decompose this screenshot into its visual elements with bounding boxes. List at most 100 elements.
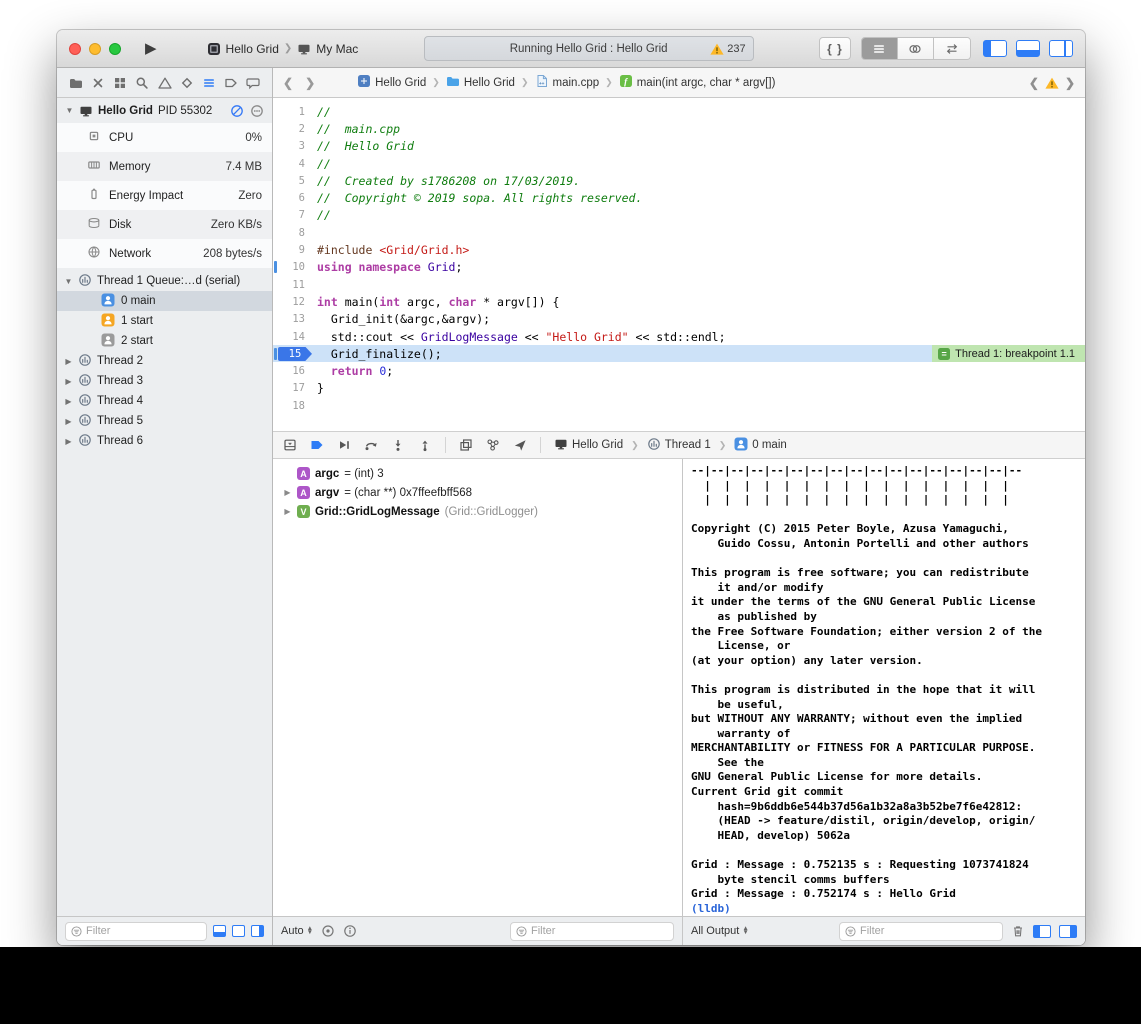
line-number-gutter[interactable]: 18 xyxy=(273,397,317,414)
line-number-gutter[interactable]: 17 xyxy=(273,380,317,397)
issue-warning-icon[interactable] xyxy=(1045,76,1059,90)
info-icon[interactable] xyxy=(343,924,357,938)
disclosure-closed-icon[interactable]: ▶ xyxy=(283,507,292,516)
breakpoints-enabled-icon[interactable] xyxy=(310,438,324,452)
report-navigator-icon[interactable] xyxy=(245,76,261,90)
variable-row-0[interactable]: Aargc= (int) 3 xyxy=(273,464,682,483)
disclosure-closed-icon[interactable]: ▶ xyxy=(64,357,73,366)
view-hierarchy-icon[interactable] xyxy=(459,438,473,452)
zoom-window-button[interactable] xyxy=(109,43,121,55)
clear-console-icon[interactable] xyxy=(1011,924,1025,938)
line-number-gutter[interactable]: 3 xyxy=(273,138,317,155)
debug-breadcrumb-item[interactable]: Hello Grid xyxy=(554,437,623,454)
assistant-editor-button[interactable] xyxy=(898,38,934,59)
gauge-row-energy[interactable]: Energy ImpactZero xyxy=(57,181,272,210)
forward-button[interactable]: ❯ xyxy=(305,76,315,90)
gauge-row-disk[interactable]: DiskZero KB/s xyxy=(57,210,272,239)
breadcrumb-item[interactable]: Hello Grid xyxy=(446,74,515,91)
line-number-gutter[interactable]: 1 xyxy=(273,103,317,120)
line-number-gutter[interactable]: 11 xyxy=(273,276,317,293)
debug-breadcrumb-item[interactable]: 0 main xyxy=(734,437,787,454)
show-running-threads-toggle-icon[interactable] xyxy=(232,925,245,937)
line-number-gutter[interactable]: 9 xyxy=(273,241,317,258)
disclosure-closed-icon[interactable]: ▶ xyxy=(64,437,73,446)
variables-scope-popup[interactable]: Auto ▲▼ xyxy=(281,925,313,937)
process-row[interactable]: ▼ Hello Grid PID 55302 xyxy=(57,98,272,123)
line-number-gutter[interactable]: 10 xyxy=(273,259,317,276)
thread-row-3[interactable]: ▶Thread 3 xyxy=(57,371,272,391)
warning-count-badge[interactable]: 237 xyxy=(710,42,745,56)
navigator-filter-field[interactable] xyxy=(65,922,207,941)
thread-row-5[interactable]: ▶Thread 5 xyxy=(57,411,272,431)
variables-options-icon[interactable] xyxy=(321,924,335,938)
disclosure-open-icon[interactable]: ▼ xyxy=(65,106,74,115)
line-number-gutter[interactable]: 5 xyxy=(273,172,317,189)
debug-area-panel-toggle[interactable] xyxy=(1016,40,1040,57)
breakpoint-annotation[interactable]: =Thread 1: breakpoint 1.1 xyxy=(932,345,1085,362)
console-output[interactable]: --|--|--|--|--|--|--|--|--|--|--|--|--|-… xyxy=(683,459,1085,916)
gauge-row-memory[interactable]: Memory7.4 MB xyxy=(57,152,272,181)
line-number-gutter[interactable]: 14 xyxy=(273,328,317,345)
console-filter-field[interactable] xyxy=(839,922,1003,941)
navigator-filter-input[interactable] xyxy=(86,925,201,937)
line-number-gutter[interactable]: 15 xyxy=(273,345,317,362)
gauge-row-cpu[interactable]: CPU0% xyxy=(57,123,272,152)
line-number-gutter[interactable]: 16 xyxy=(273,362,317,379)
line-number-gutter[interactable]: 2 xyxy=(273,120,317,137)
lldb-prompt[interactable]: (lldb) xyxy=(691,902,1077,916)
run-button[interactable]: ▶ xyxy=(145,41,157,56)
flatten-stack-toggle-icon[interactable] xyxy=(213,925,226,937)
process-options-icon[interactable] xyxy=(250,104,264,118)
memory-graph-icon[interactable] xyxy=(486,438,500,452)
step-over-icon[interactable] xyxy=(364,438,378,452)
step-into-icon[interactable] xyxy=(391,438,405,452)
show-variables-view-toggle[interactable] xyxy=(1033,925,1051,938)
breadcrumb-item[interactable]: Hello Grid xyxy=(357,74,426,91)
show-console-view-toggle[interactable] xyxy=(1059,925,1077,938)
minimize-window-button[interactable] xyxy=(89,43,101,55)
breakpoint-indicator[interactable]: 15 xyxy=(278,347,312,362)
debug-breadcrumb-item[interactable]: Thread 1 xyxy=(647,437,711,454)
debug-navigator-icon[interactable] xyxy=(201,76,217,90)
hide-debug-area-icon[interactable] xyxy=(283,438,297,452)
pause-debugger-icon[interactable] xyxy=(230,104,244,118)
thread-row-6[interactable]: ▶Thread 6 xyxy=(57,431,272,451)
continue-icon[interactable] xyxy=(337,438,351,452)
disclosure-closed-icon[interactable]: ▶ xyxy=(64,397,73,406)
breakpoint-navigator-icon[interactable] xyxy=(223,76,239,90)
stack-frame-0[interactable]: 0 main xyxy=(57,291,272,311)
project-navigator-icon[interactable] xyxy=(68,76,84,90)
activity-viewer[interactable]: Running Hello Grid : Hello Grid 237 xyxy=(424,36,754,61)
scheme-selector[interactable]: Hello Grid ❯ My Mac xyxy=(207,42,359,56)
version-editor-button[interactable] xyxy=(934,38,970,59)
thread-row-4[interactable]: ▶Thread 4 xyxy=(57,391,272,411)
inspector-panel-toggle[interactable] xyxy=(1049,40,1073,57)
next-issue-button[interactable]: ❯ xyxy=(1065,76,1075,90)
thread-1-row[interactable]: ▼Thread 1 Queue:…d (serial) xyxy=(57,271,272,291)
source-control-navigator-icon[interactable] xyxy=(90,76,106,90)
issue-navigator-icon[interactable] xyxy=(157,76,173,90)
variables-filter-field[interactable] xyxy=(510,922,674,941)
simulate-location-icon[interactable] xyxy=(513,438,527,452)
disclosure-open-icon[interactable]: ▼ xyxy=(64,277,73,286)
close-window-button[interactable] xyxy=(69,43,81,55)
find-navigator-icon[interactable] xyxy=(134,76,150,90)
breadcrumb-item[interactable]: fmain(int argc, char * argv[]) xyxy=(619,74,776,91)
disclosure-closed-icon[interactable]: ▶ xyxy=(64,377,73,386)
standard-editor-button[interactable] xyxy=(862,38,898,59)
step-out-icon[interactable] xyxy=(418,438,432,452)
previous-issue-button[interactable]: ❮ xyxy=(1029,76,1039,90)
stack-frame-1[interactable]: 1 start xyxy=(57,311,272,331)
stack-frame-2[interactable]: 2 start xyxy=(57,331,272,351)
line-number-gutter[interactable]: 6 xyxy=(273,189,317,206)
console-scope-popup[interactable]: All Output ▲▼ xyxy=(691,925,749,937)
variable-row-1[interactable]: ▶Aargv= (char **) 0x7ffeefbff568 xyxy=(273,483,682,502)
navigator-panel-toggle[interactable] xyxy=(983,40,1007,57)
source-editor[interactable]: 1//2// main.cpp3// Hello Grid4//5// Crea… xyxy=(273,98,1085,431)
symbol-navigator-icon[interactable] xyxy=(112,76,128,90)
disclosure-closed-icon[interactable]: ▶ xyxy=(64,417,73,426)
console-filter-input[interactable] xyxy=(860,925,997,937)
show-crashed-threads-toggle-icon[interactable] xyxy=(251,925,264,937)
variable-row-2[interactable]: ▶VGrid::GridLogMessage(Grid::GridLogger) xyxy=(273,502,682,521)
test-navigator-icon[interactable] xyxy=(179,76,195,90)
